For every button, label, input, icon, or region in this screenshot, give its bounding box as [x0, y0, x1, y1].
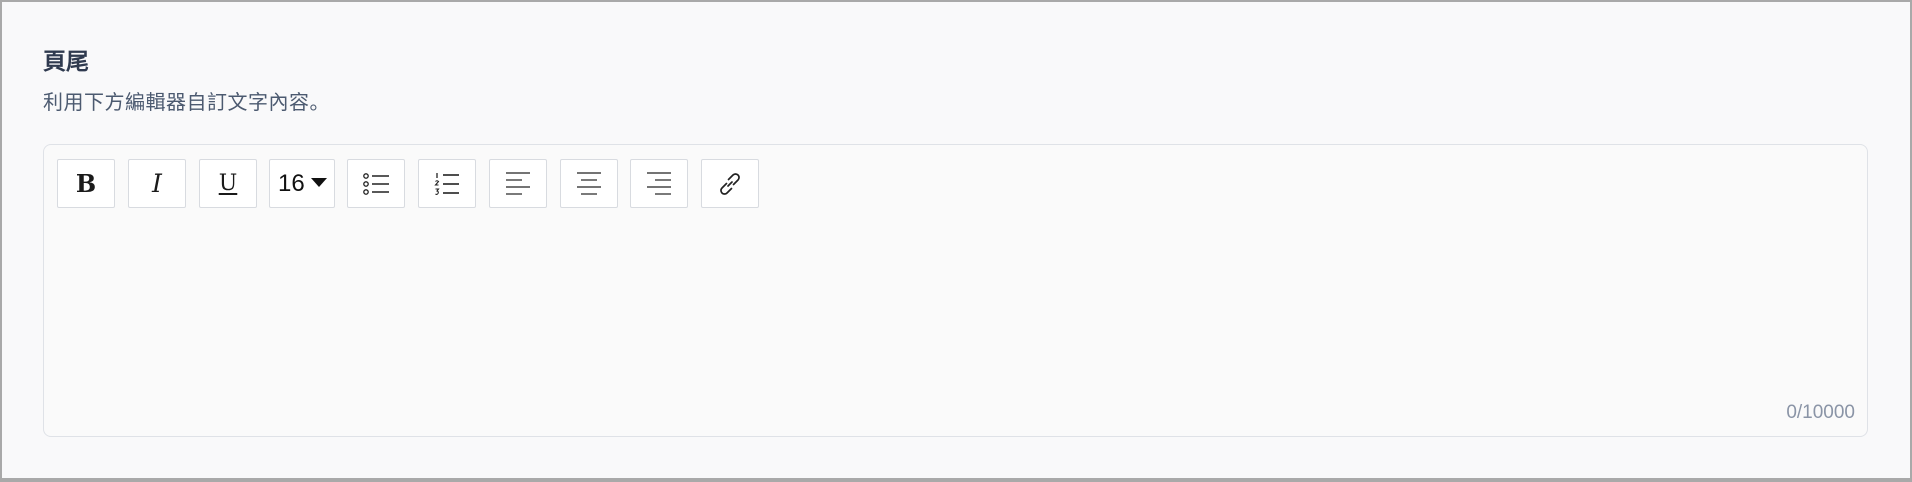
numbered-list-icon [434, 171, 460, 197]
chevron-down-icon [310, 178, 327, 187]
underline-icon: U [218, 171, 238, 196]
font-size-select[interactable]: 16 [269, 159, 335, 208]
italic-icon: I [152, 169, 162, 198]
align-right-icon [646, 171, 672, 197]
align-left-icon [505, 171, 531, 197]
font-size-value: 16 [278, 169, 305, 197]
bold-icon: B [75, 169, 97, 198]
underline-button[interactable]: U [199, 159, 257, 208]
align-right-button[interactable] [630, 159, 688, 208]
rich-text-editor: B I U 16 0/10000 [43, 144, 1868, 437]
footer-settings-panel: 頁尾 利用下方編輯器自訂文字內容。 B I U 16 0/10000 [0, 0, 1912, 482]
numbered-list-button[interactable] [418, 159, 476, 208]
italic-button[interactable]: I [128, 159, 186, 208]
editor-content-area[interactable] [57, 220, 1854, 396]
character-counter: 0/10000 [1786, 402, 1855, 423]
bold-button[interactable]: B [57, 159, 115, 208]
section-title: 頁尾 [43, 49, 89, 75]
link-icon [717, 171, 743, 197]
link-button[interactable] [701, 159, 759, 208]
bulleted-list-button[interactable] [347, 159, 405, 208]
align-center-icon [576, 171, 602, 197]
align-center-button[interactable] [560, 159, 618, 208]
bulleted-list-icon [362, 172, 390, 196]
section-description: 利用下方編輯器自訂文字內容。 [43, 90, 330, 114]
align-left-button[interactable] [489, 159, 547, 208]
